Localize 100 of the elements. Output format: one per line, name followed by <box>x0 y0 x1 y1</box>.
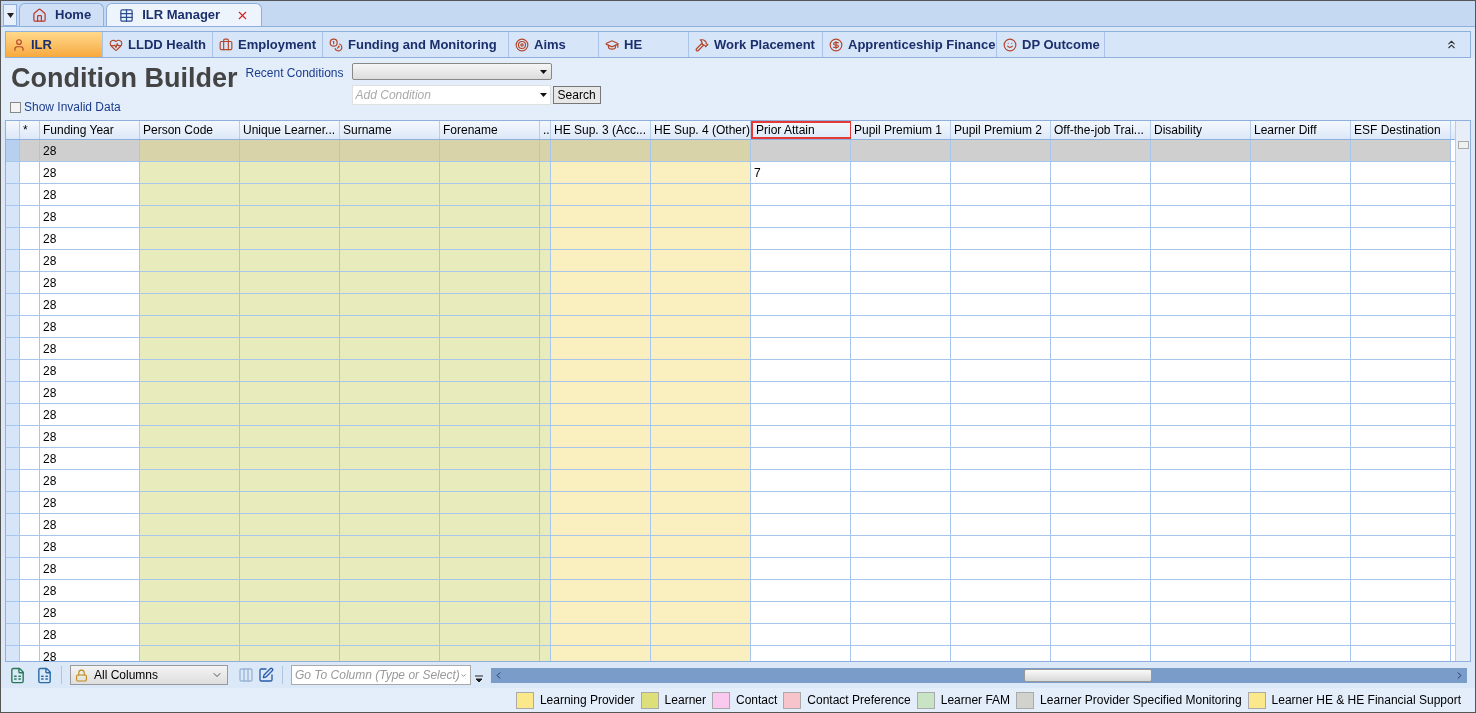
overflow-icon[interactable] <box>475 675 483 683</box>
legend-label: Contact Preference <box>807 692 911 709</box>
row-indicator[interactable] <box>6 646 20 661</box>
ribbon-tab[interactable]: HE <box>599 32 689 57</box>
row-indicator[interactable] <box>6 250 20 271</box>
row-indicator[interactable] <box>6 426 20 447</box>
table-cell: 28 <box>40 316 140 337</box>
row-indicator[interactable] <box>6 162 20 183</box>
column-header[interactable]: .. <box>540 121 551 139</box>
table-cell: 28 <box>40 580 140 601</box>
row-indicator[interactable] <box>6 206 20 227</box>
column-header[interactable]: Learner Diff <box>1251 121 1351 139</box>
legend-label: Learner <box>664 692 706 709</box>
row-indicator[interactable] <box>6 580 20 601</box>
table-cell: 28 <box>40 624 140 645</box>
column-header[interactable]: HE Sup. 3 (Acc... <box>551 121 651 139</box>
column-filter-dropdown[interactable]: All Columns <box>70 665 228 685</box>
row-indicator[interactable] <box>6 382 20 403</box>
table-cell: 28 <box>40 184 140 205</box>
row-indicator[interactable] <box>6 514 20 535</box>
table-cell: 28 <box>40 536 140 557</box>
row-indicator[interactable] <box>6 338 20 359</box>
column-header[interactable]: Off-the-job Trai... <box>1051 121 1151 139</box>
collapse-icon[interactable] <box>1445 38 1458 51</box>
column-header[interactable]: * <box>20 121 40 139</box>
legend-label: Learner HE & HE Financial Support <box>1271 692 1461 709</box>
row-indicator[interactable] <box>6 184 20 205</box>
export-icon[interactable] <box>9 666 26 684</box>
home-icon <box>32 7 47 23</box>
search-button[interactable]: Search <box>552 86 601 104</box>
recent-conditions-label: Recent Conditions <box>245 65 344 82</box>
show-invalid-checkbox[interactable]: Show Invalid Data <box>10 98 238 116</box>
column-header[interactable]: Unique Learner... <box>240 121 340 139</box>
ribbon-tab[interactable]: ILR <box>6 32 103 57</box>
column-header[interactable]: HE Sup. 4 (Other) <box>651 121 751 139</box>
legend-label: Learner Provider Specified Monitoring <box>1040 692 1242 709</box>
table-cell: 28 <box>40 206 140 227</box>
dropdown-arrow-icon <box>6 12 14 18</box>
import-icon[interactable] <box>36 666 53 684</box>
ribbon-tab[interactable]: DP Outcome <box>997 32 1105 57</box>
row-indicator[interactable] <box>6 272 20 293</box>
legend-label: Contact <box>736 692 778 709</box>
page-title: Condition Builder <box>11 62 238 94</box>
column-header[interactable]: Prior Attain <box>751 121 851 139</box>
scrollbar-thumb[interactable] <box>1457 141 1469 149</box>
row-indicator[interactable] <box>6 536 20 557</box>
ribbon-icon <box>829 37 843 52</box>
row-indicator[interactable] <box>6 624 20 645</box>
row-indicator[interactable] <box>6 470 20 491</box>
column-header[interactable]: ESF Destination <box>1351 121 1451 139</box>
recent-conditions-dropdown[interactable] <box>351 63 552 80</box>
row-indicator[interactable] <box>6 448 20 469</box>
column-header[interactable]: Person Code <box>140 121 240 139</box>
row-indicator[interactable] <box>6 316 20 337</box>
row-indicator[interactable] <box>6 140 20 161</box>
ribbon-icon <box>695 37 709 52</box>
ribbon-icon <box>515 37 529 52</box>
table-cell: 28 <box>40 404 140 425</box>
table-cell: 28 <box>40 426 140 447</box>
column-header[interactable]: Disability <box>1151 121 1251 139</box>
table-cell: 28 <box>40 294 140 315</box>
column-header[interactable]: Pupil Premium 2 <box>951 121 1051 139</box>
column-header[interactable]: Forename <box>440 121 540 139</box>
ribbon-tab[interactable]: LLDD Health <box>103 32 213 57</box>
edit-columns-icon[interactable] <box>258 667 274 683</box>
table-cell: 28 <box>40 470 140 491</box>
row-indicator[interactable] <box>6 404 20 425</box>
legend-label: Learner FAM <box>940 692 1011 709</box>
table-cell: 28 <box>40 448 140 469</box>
row-indicator[interactable] <box>6 602 20 623</box>
ribbon-tab[interactable]: Employment <box>213 32 323 57</box>
ribbon-icon <box>12 37 26 52</box>
table-cell: 28 <box>40 514 140 535</box>
horizontal-scrollbar[interactable] <box>491 667 1467 683</box>
ribbon-tab[interactable]: Apprenticeship Finance <box>823 32 997 57</box>
column-header[interactable]: Surname <box>340 121 440 139</box>
column-header[interactable]: Pupil Premium 1 <box>851 121 951 139</box>
row-indicator[interactable] <box>6 294 20 315</box>
table-cell: 28 <box>40 492 140 513</box>
document-tab[interactable]: ILR Manager <box>106 3 263 26</box>
vertical-scrollbar[interactable] <box>1455 121 1470 661</box>
ribbon-icon <box>329 37 343 52</box>
scrollbar-thumb[interactable] <box>1024 668 1152 682</box>
ribbon-tab[interactable]: Work Placement <box>689 32 823 57</box>
row-indicator[interactable] <box>6 558 20 579</box>
dropdown-arrow-icon <box>539 93 547 97</box>
ribbon-icon <box>219 37 233 52</box>
ribbon-icon <box>605 37 619 52</box>
document-tab[interactable]: Home <box>19 3 105 26</box>
ribbon-tab[interactable]: Funding and Monitoring <box>323 32 509 57</box>
row-indicator[interactable] <box>6 228 20 249</box>
table-cell: 28 <box>40 360 140 381</box>
legend-label: Learning Provider <box>539 692 635 709</box>
row-indicator[interactable] <box>6 360 20 381</box>
column-header[interactable]: Funding Year <box>40 121 140 139</box>
dropdown-arrow-icon <box>539 69 547 74</box>
menu-dropdown-button[interactable] <box>3 4 17 26</box>
table-cell: 28 <box>40 558 140 579</box>
row-indicator[interactable] <box>6 492 20 513</box>
ribbon-tab[interactable]: Aims <box>509 32 599 57</box>
